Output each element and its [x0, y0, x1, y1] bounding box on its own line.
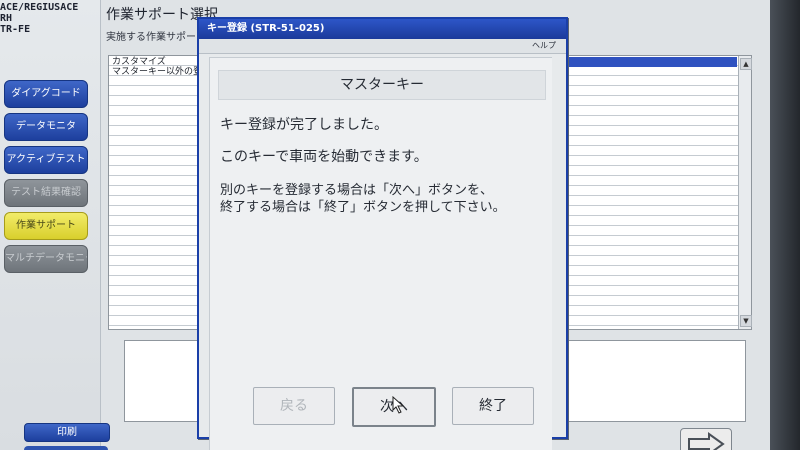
dialog-menubar: ヘルプ — [199, 39, 566, 54]
message-start-vehicle: このキーで車両を始動できます。 — [220, 149, 428, 165]
diagnostic-screen: ACE/REGIUSACE RH TR-FE ダイアグコード データモニタ アク… — [0, 0, 770, 450]
scroll-up-icon[interactable]: ▲ — [740, 58, 752, 70]
message-instruction-finish: 終了する場合は「終了」ボタンを押して下さい。 — [220, 200, 506, 215]
list-item[interactable]: カスタマイズ — [112, 57, 166, 67]
back-button: 戻る — [253, 387, 335, 425]
sidebar-item-multi-data-monitor: マルチデータモニタ — [4, 245, 88, 273]
key-registration-dialog: キー登録 (STR-51-025) ヘルプ マスターキー キー登録が完了しました… — [197, 17, 568, 450]
list-scrollbar[interactable]: ▲ ▼ — [738, 56, 752, 329]
vehicle-info: ACE/REGIUSACE RH TR-FE — [0, 2, 100, 35]
sidebar-item-test-results: テスト結果確認 — [4, 179, 88, 207]
sidebar-item-work-support[interactable]: 作業サポート — [4, 212, 88, 240]
next-arrow-button[interactable] — [680, 428, 732, 450]
sidebar-item-data-monitor[interactable]: データモニタ — [4, 113, 88, 141]
dialog-header: マスターキー — [218, 70, 546, 100]
print-button[interactable]: 印刷 — [24, 423, 110, 442]
left-sidebar: ACE/REGIUSACE RH TR-FE ダイアグコード データモニタ アク… — [0, 0, 110, 450]
secondary-button[interactable] — [24, 446, 108, 450]
scroll-down-icon[interactable]: ▼ — [740, 315, 752, 327]
arrow-right-icon — [688, 432, 725, 450]
vehicle-engine: TR-FE — [0, 24, 31, 35]
sidebar-item-active-test[interactable]: アクティブテスト — [4, 146, 88, 174]
mouse-cursor-icon — [392, 396, 405, 414]
vehicle-grade: RH — [0, 13, 13, 24]
dialog-title: キー登録 (STR-51-025) — [199, 19, 566, 39]
list-selection-highlight — [561, 57, 737, 67]
sidebar-item-diag-code[interactable]: ダイアグコード — [4, 80, 88, 108]
dialog-body: マスターキー キー登録が完了しました。 このキーで車両を始動できます。 別のキー… — [209, 57, 552, 450]
list-item[interactable]: マスターキー以外の登 — [112, 67, 202, 77]
finish-button[interactable]: 終了 — [452, 387, 534, 425]
help-menu[interactable]: ヘルプ — [532, 40, 556, 51]
page-subtitle: 実施する作業サポート — [106, 32, 206, 43]
vehicle-model: ACE/REGIUSACE — [0, 2, 79, 13]
message-complete: キー登録が完了しました。 — [220, 117, 388, 133]
monitor-bezel — [770, 0, 800, 450]
